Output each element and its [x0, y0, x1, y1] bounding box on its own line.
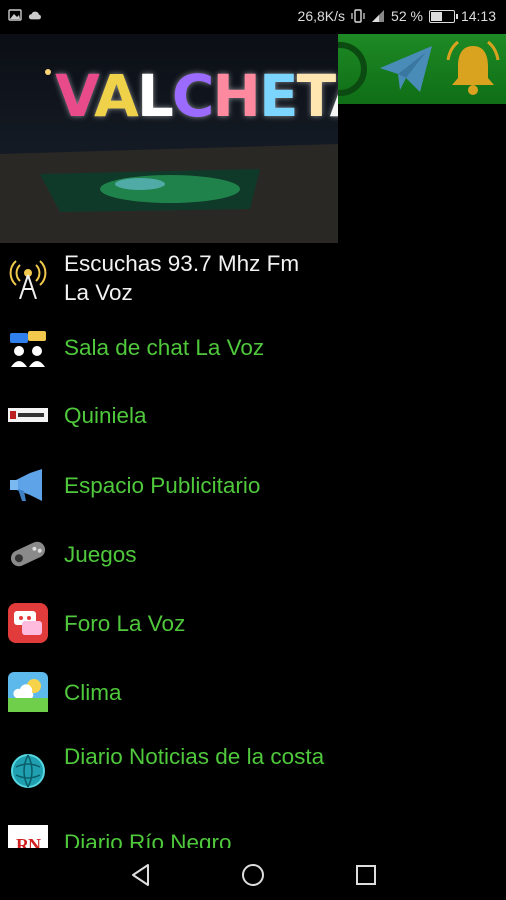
chat-users-icon [10, 331, 46, 367]
menu-item-label: Clima [64, 680, 122, 705]
battery-percent: 52 % [391, 8, 423, 24]
notification-bell-icon[interactable] [442, 38, 504, 100]
telegram-send-icon[interactable] [378, 44, 434, 94]
clock: 14:13 [460, 8, 496, 24]
menu-item-chat[interactable]: Sala de chat La Voz [0, 315, 338, 381]
status-left-icons [8, 8, 42, 22]
vibrate-icon [351, 9, 365, 23]
menu-item-radio[interactable]: Escuchas 93.7 Mhz Fm La Voz [0, 243, 338, 315]
status-right-info: 26,8K/s 52 % 14:13 [298, 8, 496, 24]
menu-item-clima[interactable]: Clima [0, 658, 338, 727]
back-icon[interactable] [128, 862, 154, 888]
drawer-header-image: VALCHETA [0, 34, 338, 243]
menu-item-juegos[interactable]: Juegos [0, 520, 338, 589]
menu-item-noticias-costa[interactable]: Diario Noticias de la costa [0, 727, 338, 817]
recents-icon[interactable] [353, 862, 379, 888]
chat-bubble-icon[interactable] [338, 40, 368, 98]
status-bar: 26,8K/s 52 % 14:13 [0, 0, 506, 34]
gamepad-icon [10, 541, 46, 567]
network-speed: 26,8K/s [297, 8, 346, 24]
valcheta-sign: VALCHETA [55, 62, 338, 130]
app-toolbar [338, 34, 506, 104]
navigation-drawer: VALCHETA Escuchas 93.7 Mhz Fm La Voz Sal… [0, 34, 338, 865]
globe-icon [11, 754, 45, 788]
signal-icon [372, 10, 385, 22]
forum-icon [8, 603, 48, 643]
menu-item-label: Escuchas 93.7 Mhz Fm La Voz [64, 251, 300, 305]
menu-item-label: Quiniela [64, 403, 147, 428]
menu-item-foro[interactable]: Foro La Voz [0, 589, 338, 658]
menu-item-label: Foro La Voz [64, 611, 186, 636]
menu-item-publicidad[interactable]: Espacio Publicitario [0, 451, 338, 520]
photo-notification-icon [8, 9, 22, 21]
home-icon[interactable] [240, 862, 266, 888]
weather-icon [8, 672, 48, 712]
radio-tower-icon [9, 260, 47, 299]
megaphone-icon [10, 469, 42, 501]
cloud-icon [28, 11, 41, 20]
menu-item-label: Juegos [64, 542, 137, 567]
battery-icon [428, 9, 458, 23]
menu-item-label: Espacio Publicitario [64, 473, 261, 498]
menu-item-quiniela[interactable]: Quiniela [0, 381, 338, 451]
menu-item-label: Diario Noticias de la costa [64, 744, 325, 769]
lottery-ticket-icon [8, 408, 48, 422]
system-nav-bar [0, 848, 506, 900]
menu-item-label: Sala de chat La Voz [64, 335, 265, 360]
